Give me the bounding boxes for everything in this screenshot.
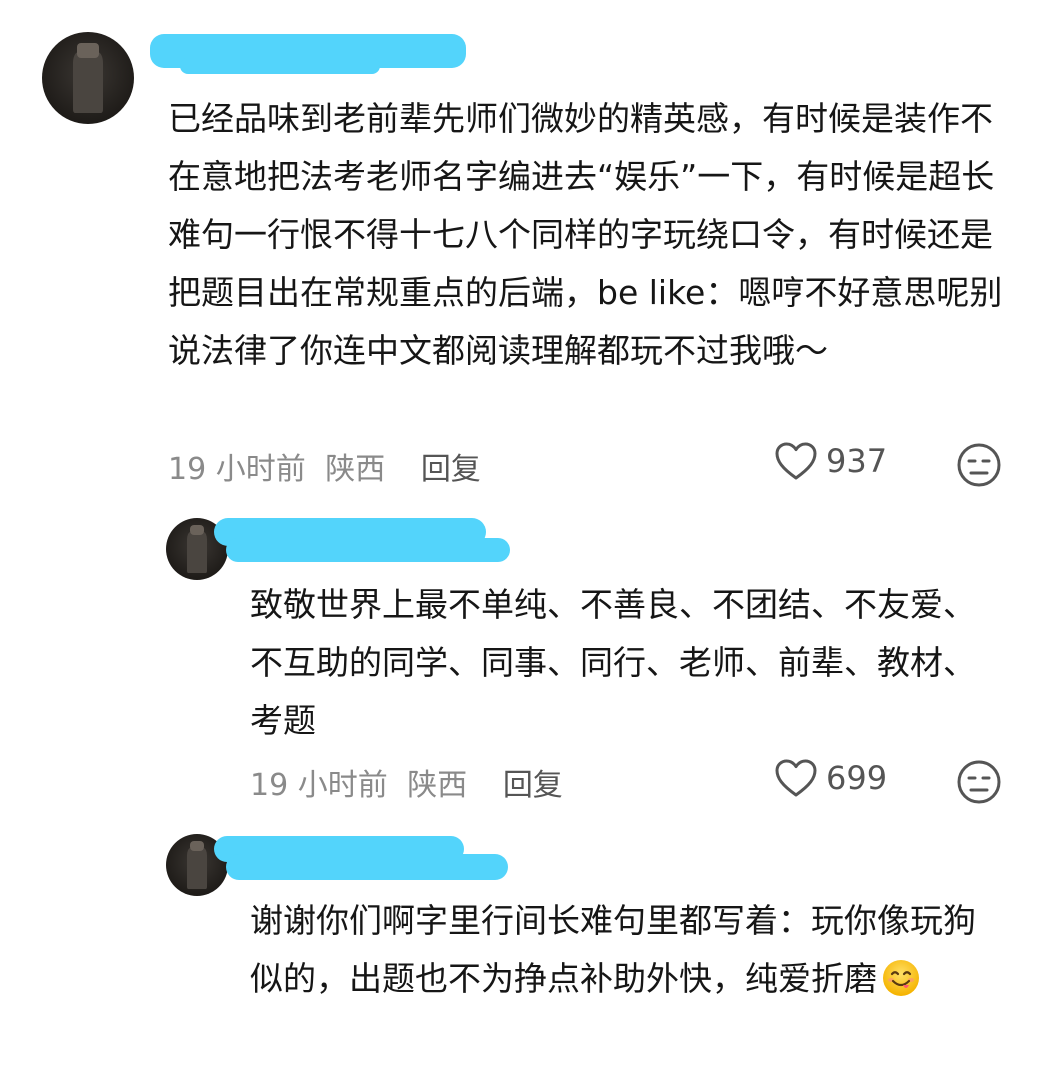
comment-location: 陕西 xyxy=(407,768,468,803)
avatar-figure-head xyxy=(189,841,205,852)
comment-location: 陕西 xyxy=(325,452,386,487)
avatar-figure xyxy=(187,847,207,889)
like-count: 699 xyxy=(826,759,888,797)
redacted-username-tail xyxy=(226,538,510,562)
heart-outline-icon xyxy=(775,759,817,797)
avatar-figure xyxy=(187,531,207,573)
avatar-figure-head xyxy=(76,43,100,58)
avatar-figure xyxy=(73,52,103,113)
comment-text-body: 谢谢你们啊字里行间长难句里都写着：玩你像玩狗似的，出题也不为挣点补助外快，纯爱折… xyxy=(250,901,976,998)
comment-text: 已经品味到老前辈先师们微妙的精英感，有时候是装作不在意地把法考老师名字编进去“娱… xyxy=(168,99,1003,370)
reply-button[interactable]: 回复 xyxy=(503,768,563,803)
like-button[interactable]: 699 xyxy=(774,758,887,798)
unhappy-face-icon[interactable] xyxy=(956,442,1002,488)
reply-button[interactable]: 回复 xyxy=(421,452,481,487)
comment-time: 19 小时前 xyxy=(250,768,388,803)
unhappy-face-icon[interactable] xyxy=(956,759,1002,805)
like-button[interactable]: 937 xyxy=(774,441,887,481)
like-count: 937 xyxy=(826,442,888,480)
comment-text: 谢谢你们啊字里行间长难句里都写着：玩你像玩狗似的，出题也不为挣点补助外快，纯爱折… xyxy=(250,892,990,1008)
yum-face-emoji xyxy=(883,960,919,996)
heart-outline-icon xyxy=(775,442,817,480)
comment-time: 19 小时前 xyxy=(168,452,306,487)
redacted-username-tail xyxy=(226,854,508,880)
avatar[interactable] xyxy=(42,32,134,124)
comment-meta: 19 小时前 陕西 回复 xyxy=(250,760,563,804)
comment-meta: 19 小时前 陕西 回复 xyxy=(168,444,481,488)
avatar-figure-head xyxy=(189,525,205,536)
comment-text: 致敬世界上最不单纯、不善良、不团结、不友爱、不互助的同学、同事、同行、老师、前辈… xyxy=(250,585,976,740)
redacted-username-tail xyxy=(180,58,380,74)
